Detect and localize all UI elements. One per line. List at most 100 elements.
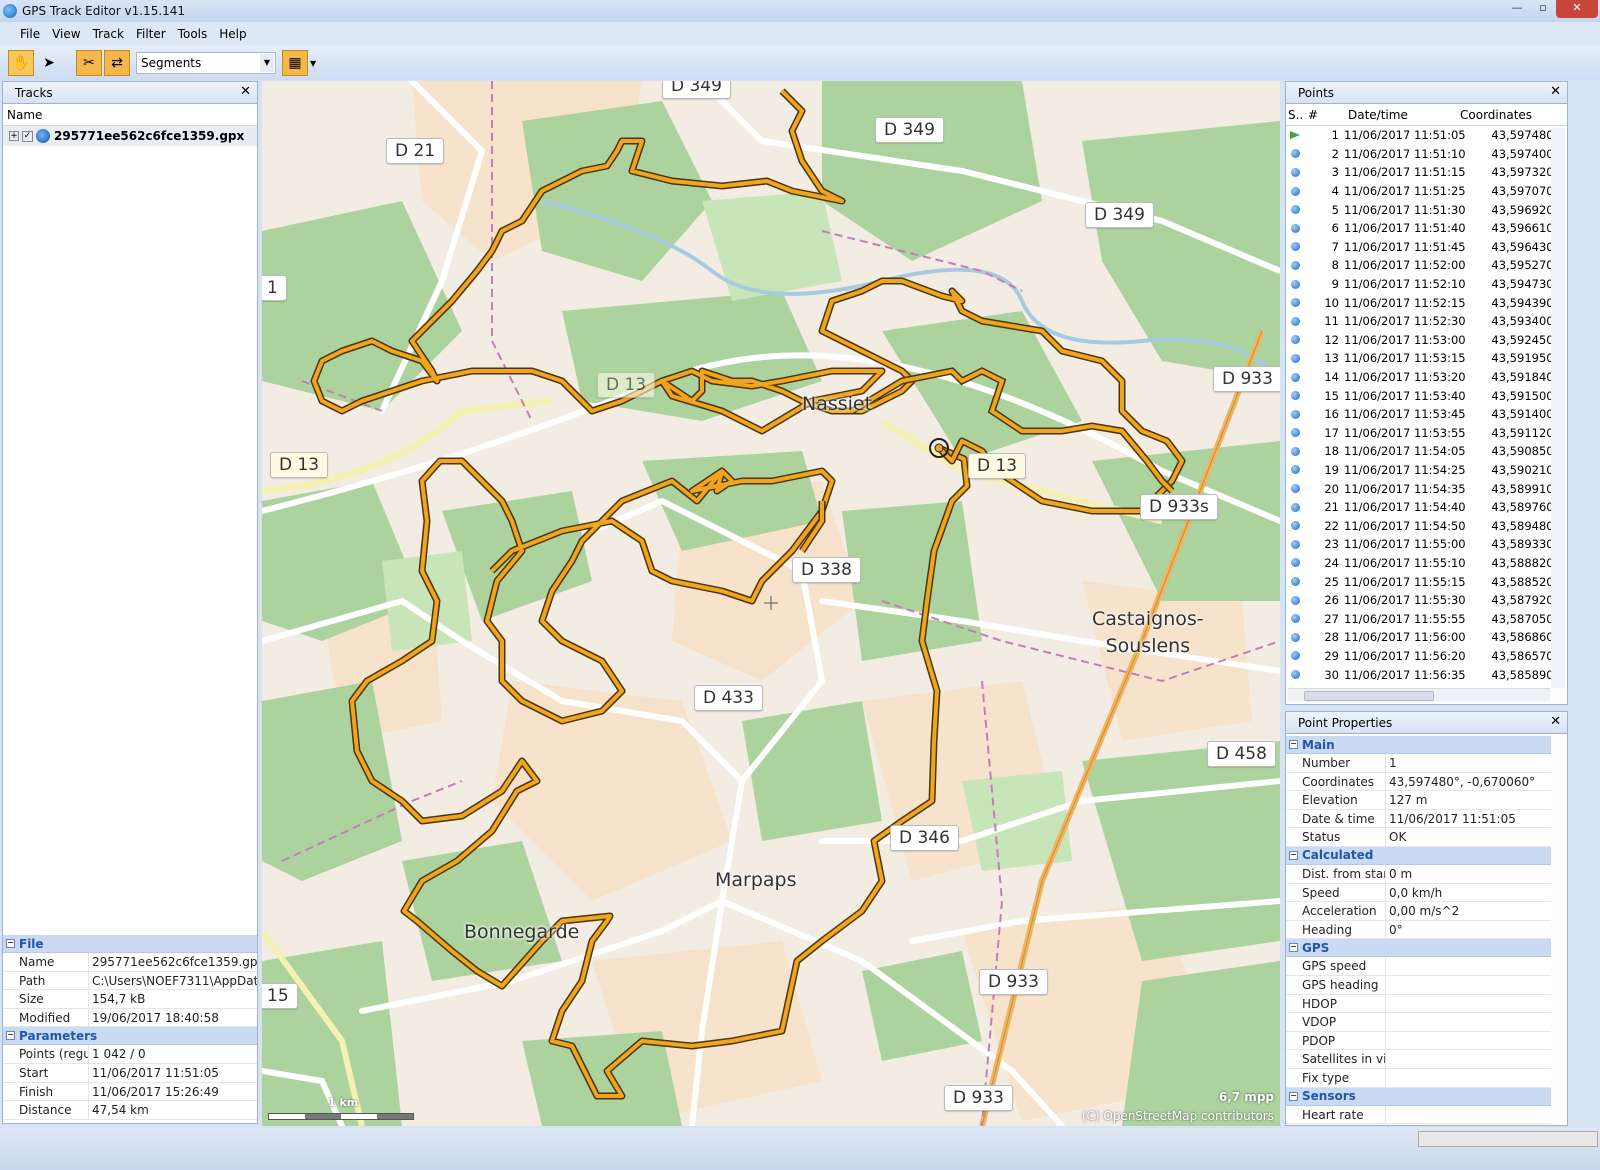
close-button[interactable]: ✕	[1556, 0, 1598, 18]
point-row[interactable]: 22 11/06/2017 11:54:50 43,589480°,	[1286, 516, 1567, 535]
collapse-icon[interactable]: −	[1289, 740, 1298, 749]
prop-row[interactable]: PathC:\Users\NOEF7311\AppData\Lo	[3, 971, 257, 991]
track-visible-checkbox[interactable]: ✓	[22, 130, 33, 142]
point-row[interactable]: 17 11/06/2017 11:53:55 43,591120°,	[1286, 424, 1567, 443]
category-main[interactable]: − Main	[1286, 736, 1551, 754]
point-row[interactable]: 13 11/06/2017 11:53:15 43,591950°,	[1286, 349, 1567, 368]
point-row[interactable]: 4 11/06/2017 11:51:25 43,597070°,	[1286, 182, 1567, 201]
mode-select[interactable]: Segments ▼	[136, 52, 276, 74]
join-segments-button[interactable]: ⇄	[104, 50, 130, 76]
prop-row[interactable]: PDOP	[1286, 1031, 1551, 1051]
track-row[interactable]: + ✓ 295771ee562c6fce1359.gpx	[3, 126, 257, 146]
category-gps[interactable]: − GPS	[1286, 939, 1551, 958]
column-header-datetime[interactable]: Date/time	[1344, 108, 1456, 122]
point-row[interactable]: 9 11/06/2017 11:52:10 43,594730°,	[1286, 275, 1567, 294]
column-header-status[interactable]: S..	[1286, 108, 1304, 122]
maximize-button[interactable]: ▫	[1530, 0, 1556, 18]
prop-row[interactable]: Date & time 11/06/2017 11:51:05	[1286, 809, 1551, 829]
column-header-number[interactable]: #	[1304, 108, 1344, 122]
point-row[interactable]: 26 11/06/2017 11:55:30 43,587920°,	[1286, 591, 1567, 610]
close-icon[interactable]: ✕	[1550, 84, 1561, 99]
point-row[interactable]: 18 11/06/2017 11:54:05 43,590850°,	[1286, 442, 1567, 461]
menu-filter[interactable]: Filter	[130, 23, 172, 45]
point-row[interactable]: 5 11/06/2017 11:51:30 43,596920°,	[1286, 200, 1567, 219]
point-row[interactable]: 7 11/06/2017 11:51:45 43,596430°,	[1286, 238, 1567, 257]
point-row[interactable]: 21 11/06/2017 11:54:40 43,589760°,	[1286, 498, 1567, 517]
point-row[interactable]: 29 11/06/2017 11:56:20 43,586570°,	[1286, 647, 1567, 666]
point-row[interactable]: 11 11/06/2017 11:52:30 43,593400°,	[1286, 312, 1567, 331]
scrollbar-thumb[interactable]	[1304, 691, 1434, 701]
prop-row[interactable]: Heart rate	[1286, 1105, 1551, 1125]
select-tool-button[interactable]: ➤	[36, 50, 62, 76]
map-layer-button[interactable]: ▦	[282, 50, 308, 76]
menu-tools[interactable]: Tools	[172, 23, 214, 45]
point-row[interactable]: 6 11/06/2017 11:51:40 43,596610°,	[1286, 219, 1567, 238]
prop-row[interactable]: Acceleration 0,00 m/s^2	[1286, 902, 1551, 921]
category-file[interactable]: − File	[3, 935, 257, 953]
prop-row[interactable]: GPS heading	[1286, 975, 1551, 995]
split-segment-button[interactable]: ✂	[76, 50, 102, 76]
close-icon[interactable]: ✕	[1550, 714, 1561, 729]
prop-row[interactable]: VDOP	[1286, 1013, 1551, 1032]
prop-row[interactable]: HDOP	[1286, 994, 1551, 1014]
prop-row[interactable]: Speed 0,0 km/h	[1286, 883, 1551, 903]
point-row[interactable]: 20 11/06/2017 11:54:35 43,589910°,	[1286, 479, 1567, 498]
point-row[interactable]: 15 11/06/2017 11:53:40 43,591500°,	[1286, 386, 1567, 405]
prop-row[interactable]: Start 11/06/2017 11:51:05	[3, 1063, 257, 1083]
point-row[interactable]: 27 11/06/2017 11:55:55 43,587050°,	[1286, 609, 1567, 628]
point-row[interactable]: 12 11/06/2017 11:53:00 43,592450°,	[1286, 331, 1567, 350]
column-header-name[interactable]: Name	[3, 104, 257, 126]
category-parameters[interactable]: − Parameters	[3, 1027, 257, 1046]
collapse-icon[interactable]: −	[6, 939, 15, 948]
close-icon[interactable]: ✕	[240, 84, 251, 99]
prop-row[interactable]: Heading 0°	[1286, 920, 1551, 940]
pan-tool-button[interactable]: ✋	[8, 50, 34, 76]
point-row[interactable]: 1 11/06/2017 11:51:05 43,597480°,	[1286, 126, 1567, 145]
menu-file[interactable]: File	[14, 23, 46, 45]
prop-row[interactable]: Dist. from start 0 m	[1286, 864, 1551, 884]
point-row[interactable]: 19 11/06/2017 11:54:25 43,590210°,	[1286, 461, 1567, 480]
collapse-icon[interactable]: −	[6, 1031, 15, 1041]
point-row[interactable]: 14 11/06/2017 11:53:20 43,591840°,	[1286, 368, 1567, 387]
point-row[interactable]: 10 11/06/2017 11:52:15 43,594390°,	[1286, 293, 1567, 312]
prop-row[interactable]: Points (regul 1 042 / 0	[3, 1045, 257, 1064]
prop-row[interactable]: Distance 47,54 km	[3, 1101, 257, 1120]
column-header-coordinates[interactable]: Coordinates	[1456, 108, 1532, 122]
prop-row[interactable]: Status OK	[1286, 828, 1551, 847]
point-row[interactable]: 8 11/06/2017 11:52:00 43,595270°,	[1286, 256, 1567, 275]
prop-row[interactable]: Fix type	[1286, 1068, 1551, 1088]
point-row[interactable]: 3 11/06/2017 11:51:15 43,597320°,	[1286, 163, 1567, 182]
point-status-icon	[1290, 558, 1300, 568]
point-row[interactable]: 24 11/06/2017 11:55:10 43,588820°,	[1286, 554, 1567, 573]
collapse-icon[interactable]: −	[1289, 1091, 1298, 1101]
prop-row[interactable]: Elevation 127 m	[1286, 791, 1551, 810]
vertical-scrollbar[interactable]	[1551, 128, 1565, 688]
point-row[interactable]: 23 11/06/2017 11:55:00 43,589330°,	[1286, 535, 1567, 554]
category-sensors[interactable]: − Sensors	[1286, 1087, 1551, 1106]
point-row[interactable]: 2 11/06/2017 11:51:10 43,597400°,	[1286, 145, 1567, 164]
horizontal-scrollbar[interactable]	[1288, 688, 1550, 702]
menu-view[interactable]: View	[46, 23, 86, 45]
point-row[interactable]: 25 11/06/2017 11:55:15 43,588520°,	[1286, 572, 1567, 591]
prop-row[interactable]: Coordinates 43,597480°, -0,670060°	[1286, 772, 1551, 792]
map-layer-dropdown-icon[interactable]: ▼	[310, 59, 316, 68]
collapse-icon[interactable]: −	[1289, 943, 1298, 953]
prop-row[interactable]: Finish 11/06/2017 15:26:49	[3, 1082, 257, 1102]
prop-row[interactable]: Satellites in view	[1286, 1050, 1551, 1069]
prop-row[interactable]: Modified 19/06/2017 18:40:58	[3, 1008, 257, 1028]
point-row[interactable]: 16 11/06/2017 11:53:45 43,591400°,	[1286, 405, 1567, 424]
map-canvas[interactable]	[262, 81, 1280, 1126]
category-calculated[interactable]: − Calculated	[1286, 846, 1551, 865]
map-view[interactable]: D 349 D 349 D 349 D 21 1 D 13 D 13 D 13 …	[262, 81, 1280, 1126]
collapse-icon[interactable]: −	[1289, 850, 1298, 860]
prop-row[interactable]: GPS speed	[1286, 957, 1551, 976]
point-row[interactable]: 28 11/06/2017 11:56:00 43,586860°,	[1286, 628, 1567, 647]
menu-help[interactable]: Help	[213, 23, 252, 45]
expand-icon[interactable]: +	[9, 131, 19, 141]
menu-track[interactable]: Track	[87, 23, 130, 45]
prop-row[interactable]: Size 154,7 kB	[3, 990, 257, 1009]
prop-row[interactable]: Name 295771ee562c6fce1359.gpx	[3, 953, 257, 972]
prop-row[interactable]: Number 1	[1286, 754, 1551, 773]
minimize-button[interactable]: —	[1504, 0, 1530, 18]
point-row[interactable]: 30 11/06/2017 11:56:35 43,585890°,	[1286, 665, 1567, 684]
